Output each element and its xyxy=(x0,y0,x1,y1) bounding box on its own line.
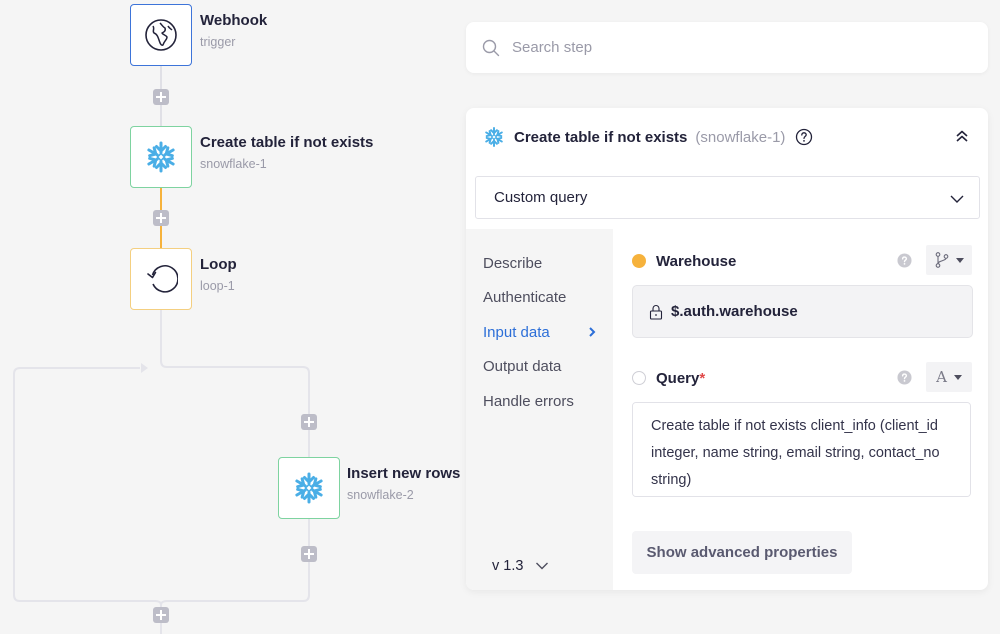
flow-node-insert-rows[interactable] xyxy=(278,457,340,519)
collapse-panel-button[interactable] xyxy=(954,128,970,149)
flow-node-webhook-label: Webhook trigger xyxy=(200,12,267,49)
nav-item-label: Handle errors xyxy=(483,392,574,410)
field-label: Warehouse xyxy=(656,252,737,270)
warehouse-value: $.auth.warehouse xyxy=(671,303,798,320)
help-icon[interactable] xyxy=(795,128,813,146)
flow-canvas[interactable]: Webhook trigger Create table if not exis… xyxy=(0,0,470,634)
snowflake-icon xyxy=(147,141,175,173)
nav-item-describe[interactable]: Describe xyxy=(466,246,613,281)
search-input[interactable] xyxy=(512,39,952,56)
node-subtitle: snowflake-1 xyxy=(200,157,267,171)
nav-item-label: Describe xyxy=(483,254,543,272)
version-label: v 1.3 xyxy=(492,558,524,574)
search-icon xyxy=(482,39,500,56)
query-input[interactable]: Create table if not exists client_info (… xyxy=(632,402,971,497)
field-status-dot xyxy=(632,371,646,385)
query-field-header: Query* A xyxy=(632,362,972,392)
value-type-dropdown[interactable] xyxy=(926,245,972,275)
snowflake-icon xyxy=(485,126,503,148)
panel-side-nav: Describe Authenticate Input data Output … xyxy=(466,229,613,590)
connector-line xyxy=(13,310,310,606)
node-subtitle: trigger xyxy=(200,35,236,49)
field-label-text: Query xyxy=(656,369,700,387)
globe-icon xyxy=(145,19,177,51)
chevron-right-icon xyxy=(589,327,596,337)
loop-arrow-head xyxy=(141,363,148,373)
loop-icon xyxy=(147,265,178,293)
node-title: Webhook xyxy=(200,12,268,29)
caret-down-icon xyxy=(953,374,962,380)
mode-select-value: Custom query xyxy=(494,189,588,206)
nav-item-label: Input data xyxy=(483,323,550,341)
search-bar[interactable] xyxy=(466,22,988,73)
add-step-button[interactable] xyxy=(301,546,317,562)
add-step-button[interactable] xyxy=(301,414,317,430)
warehouse-field-header: Warehouse xyxy=(632,245,972,275)
warehouse-value-field: $.auth.warehouse xyxy=(632,285,973,338)
node-title: Insert new rows xyxy=(347,465,461,482)
branch-icon xyxy=(935,252,948,268)
nav-item-label: Authenticate xyxy=(483,289,567,307)
step-config-panel: Create table if not exists (snowflake-1)… xyxy=(466,108,988,590)
flow-node-insert-rows-label: Insert new rows snowflake-2 xyxy=(347,465,460,502)
field-label: Query* xyxy=(656,370,705,387)
nav-item-handle-errors[interactable]: Handle errors xyxy=(466,384,613,419)
panel-header: Create table if not exists (snowflake-1) xyxy=(466,108,988,166)
flow-node-loop-label: Loop loop-1 xyxy=(200,256,237,293)
node-subtitle: loop-1 xyxy=(200,279,235,293)
value-type-dropdown[interactable]: A xyxy=(926,362,972,392)
flow-node-create-table-label: Create table if not exists snowflake-1 xyxy=(200,134,373,171)
text-type-icon: A xyxy=(936,368,947,386)
version-select[interactable]: v 1.3 xyxy=(492,558,549,574)
snowflake-icon xyxy=(295,472,323,504)
lock-icon xyxy=(649,304,663,320)
node-title: Loop xyxy=(200,256,237,273)
show-advanced-properties-button[interactable]: Show advanced properties xyxy=(632,531,852,574)
nav-item-output-data[interactable]: Output data xyxy=(466,350,613,385)
node-subtitle: snowflake-2 xyxy=(347,488,414,502)
nav-item-input-data[interactable]: Input data xyxy=(466,315,613,350)
add-step-button[interactable] xyxy=(153,89,169,105)
double-chevron-up-icon xyxy=(956,130,968,142)
help-icon[interactable] xyxy=(897,370,912,390)
node-title: Create table if not exists xyxy=(200,134,374,151)
add-step-button[interactable] xyxy=(153,607,169,623)
nav-item-label: Output data xyxy=(483,358,562,376)
help-icon[interactable] xyxy=(897,253,912,273)
nav-item-authenticate[interactable]: Authenticate xyxy=(466,281,613,316)
mode-select[interactable]: Custom query xyxy=(475,176,980,219)
panel-title: Create table if not exists xyxy=(514,128,688,146)
add-step-button[interactable] xyxy=(153,210,169,226)
chevron-down-icon xyxy=(950,195,964,203)
panel-step-id: (snowflake-1) xyxy=(695,128,786,146)
required-mark: * xyxy=(699,369,706,387)
caret-down-icon xyxy=(955,257,964,263)
chevron-down-icon xyxy=(536,562,549,570)
flow-node-webhook[interactable] xyxy=(130,4,192,66)
flow-node-loop[interactable] xyxy=(130,248,192,310)
flow-connectors xyxy=(13,65,310,634)
field-status-dot xyxy=(632,254,646,268)
flow-node-create-table[interactable] xyxy=(130,126,192,188)
